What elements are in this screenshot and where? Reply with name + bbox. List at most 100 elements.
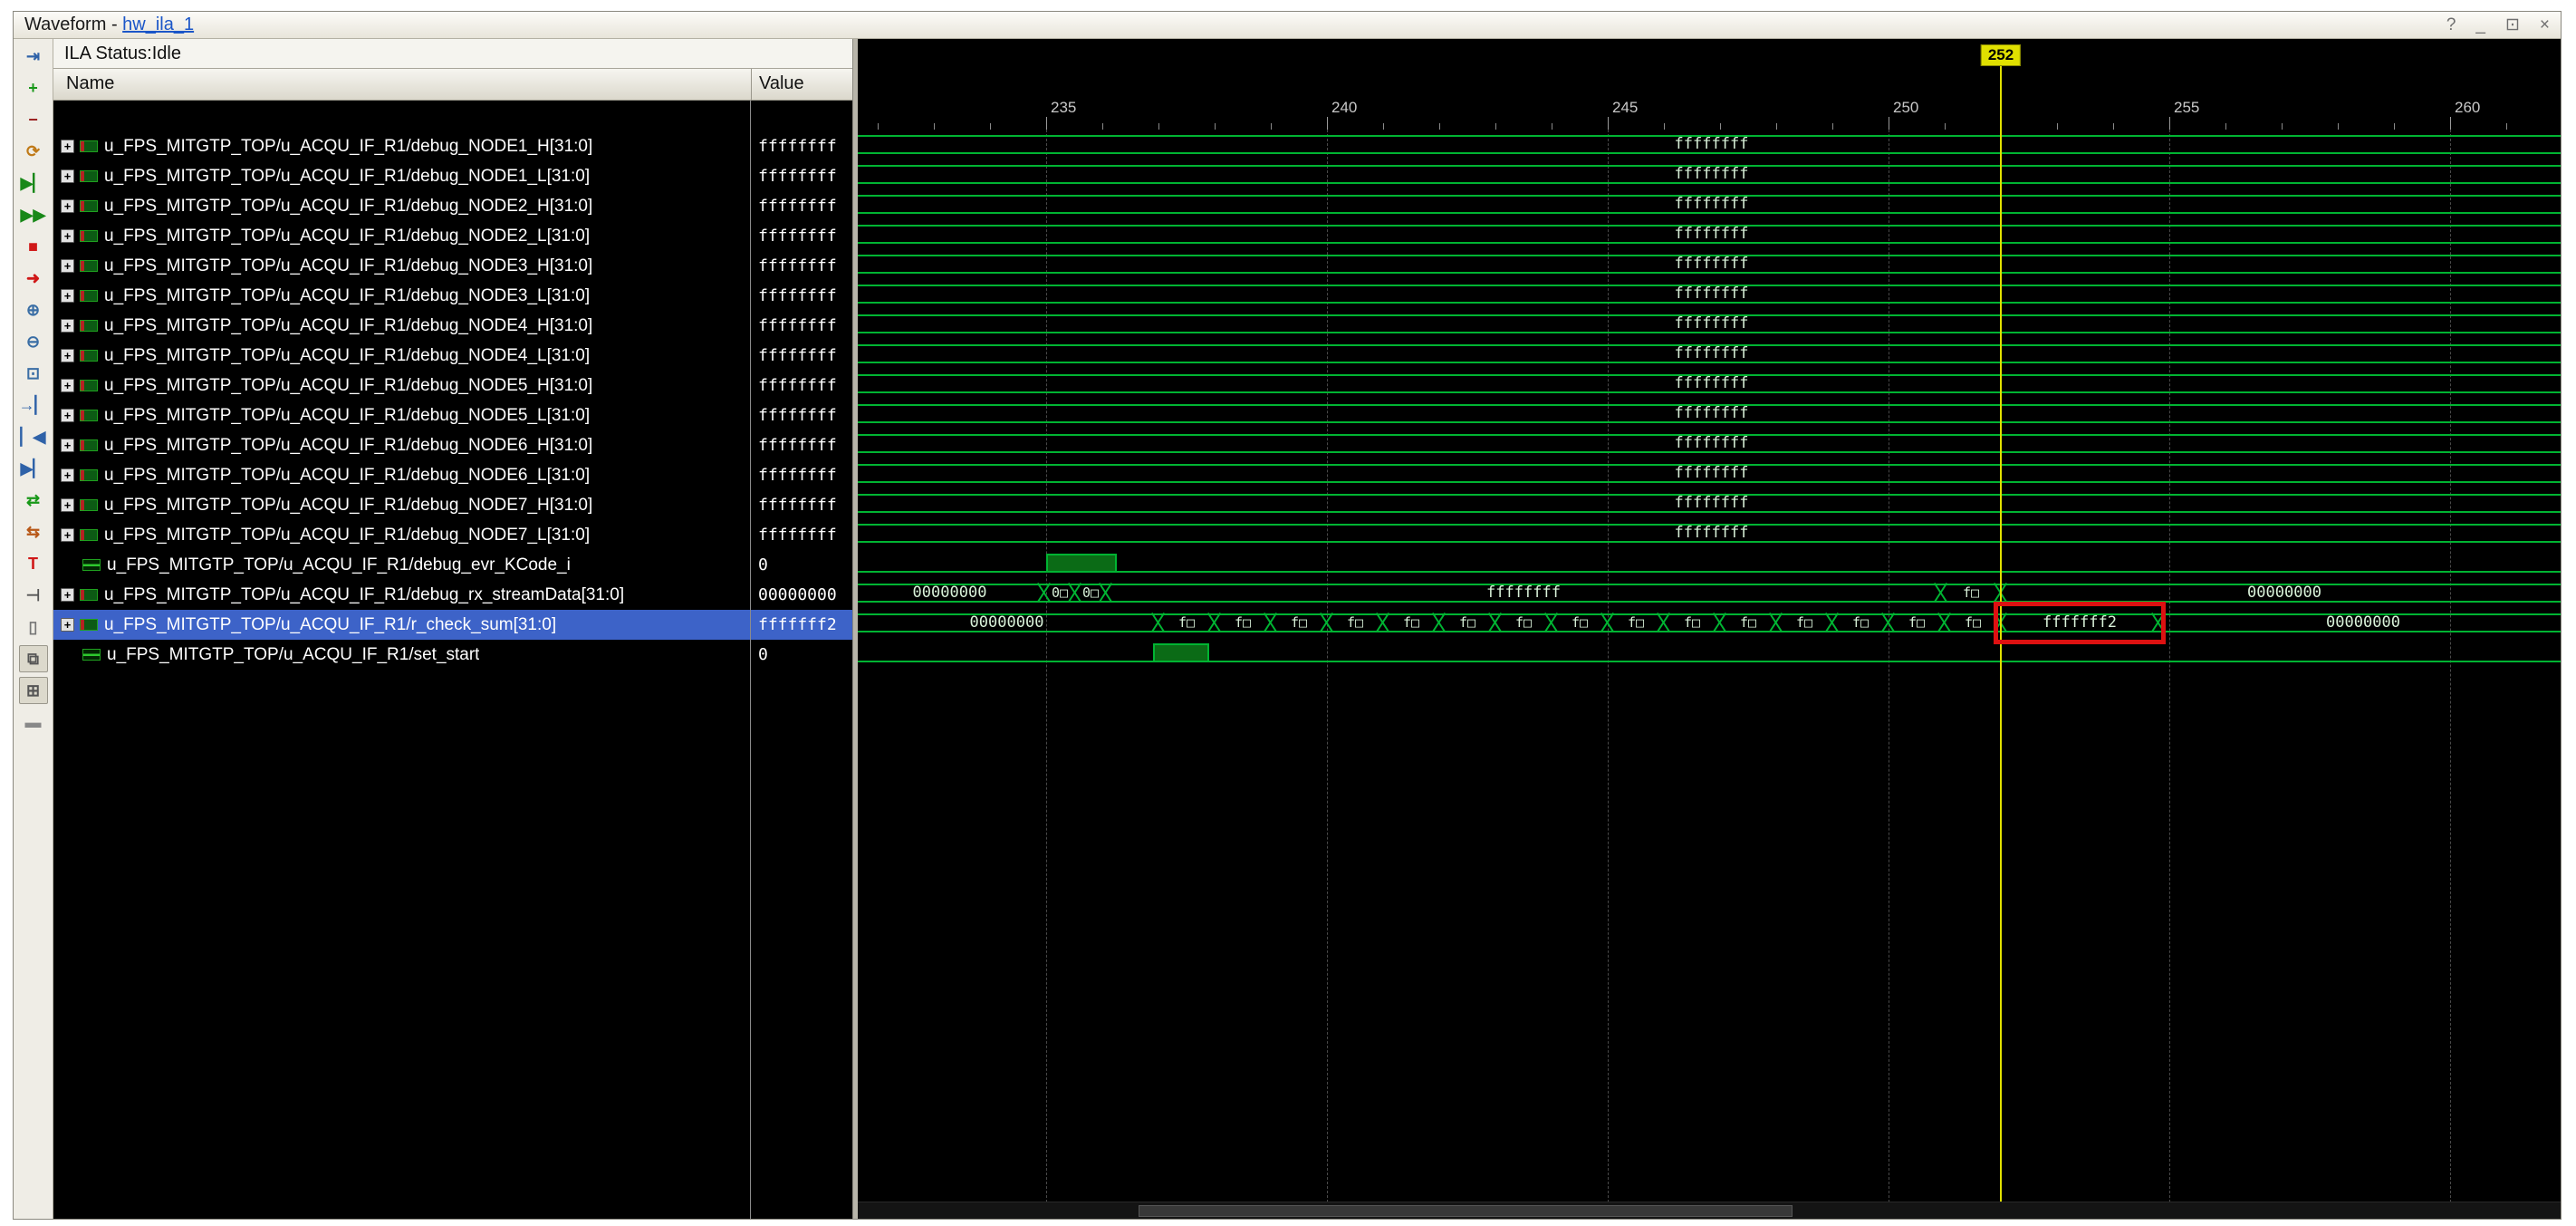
link-cursors-button[interactable]: ⇆	[19, 518, 48, 545]
expand-toggle[interactable]: +	[61, 259, 74, 273]
snap-to-transition-button[interactable]: ▯	[19, 613, 48, 641]
stop-trigger-button[interactable]: ■	[19, 233, 48, 260]
name-column-header: Name	[53, 69, 751, 100]
expand-toggle[interactable]: +	[61, 140, 74, 153]
help-button[interactable]: ?	[2446, 12, 2456, 39]
maximize-pane-button[interactable]: ⊞	[19, 677, 48, 704]
horizontal-scrollbar[interactable]	[858, 1202, 2561, 1219]
close-button[interactable]: ×	[2540, 12, 2550, 39]
expand-toggle[interactable]: +	[61, 229, 74, 243]
signal-name: +u_FPS_MITGTP_TOP/u_ACQU_IF_R1/debug_NOD…	[53, 406, 751, 426]
expand-toggle[interactable]: +	[61, 199, 74, 213]
expand-toggle[interactable]: +	[61, 289, 74, 303]
swap-cursors-button[interactable]: ⇄	[19, 487, 48, 514]
expand-toggle[interactable]: +	[61, 468, 74, 482]
scrollbar-thumb[interactable]	[1139, 1205, 1793, 1217]
window-title: Waveform - hw_ila_1	[24, 14, 194, 35]
signal-row[interactable]: +u_FPS_MITGTP_TOP/u_ACQU_IF_R1/debug_NOD…	[53, 311, 852, 341]
add-marker-button[interactable]: ⊣	[19, 582, 48, 609]
bus-segment: f□	[1495, 613, 1552, 632]
hw-ila-link[interactable]: hw_ila_1	[122, 14, 194, 34]
signal-name-text: u_FPS_MITGTP_TOP/u_ACQU_IF_R1/debug_NODE…	[104, 436, 592, 456]
waveform-window: Waveform - hw_ila_1 ? _ ⊡ × ⇥ + − ⟳ ▶▏ ▶▶ ■ ➜ ⊕ ⊖…	[13, 11, 2562, 1220]
bus-signal-icon	[80, 170, 98, 182]
ruler-minor-tick	[1158, 123, 1159, 130]
goto-end-button[interactable]: ▶▏	[19, 455, 48, 482]
goto-trigger-button[interactable]: ➜	[19, 265, 48, 292]
signal-row[interactable]: +u_FPS_MITGTP_TOP/u_ACQU_IF_R1/debug_rx_…	[53, 580, 852, 610]
bus-value-label: f□	[1347, 615, 1363, 631]
signal-name-text: u_FPS_MITGTP_TOP/u_ACQU_IF_R1/debug_NODE…	[104, 466, 590, 486]
expand-toggle[interactable]: +	[61, 169, 74, 183]
bus-segment: ffffffff	[858, 464, 2561, 483]
bus-value-label: 00000000	[970, 615, 1044, 631]
signal-name-text: u_FPS_MITGTP_TOP/u_ACQU_IF_R1/debug_NODE…	[104, 167, 590, 187]
zoom-fit-button[interactable]: ⊡	[19, 360, 48, 387]
run-trigger-icon: ⟳	[26, 142, 40, 161]
restore-button[interactable]: ⊡	[2505, 12, 2520, 39]
goto-cursor-button[interactable]: →▏	[19, 391, 48, 419]
run-trigger-immediate-button[interactable]: ▶▏	[19, 169, 48, 197]
bus-value-label: f□	[1740, 615, 1756, 631]
signal-row[interactable]: +u_FPS_MITGTP_TOP/u_ACQU_IF_R1/debug_NOD…	[53, 371, 852, 401]
expand-toggle[interactable]: +	[61, 528, 74, 542]
signal-name: +u_FPS_MITGTP_TOP/u_ACQU_IF_R1/debug_NOD…	[53, 316, 751, 336]
signal-row[interactable]: +u_FPS_MITGTP_TOP/u_ACQU_IF_R1/debug_NOD…	[53, 191, 852, 221]
signal-row[interactable]: +u_FPS_MITGTP_TOP/u_ACQU_IF_R1/debug_NOD…	[53, 520, 852, 550]
signal-row[interactable]: u_FPS_MITGTP_TOP/u_ACQU_IF_R1/set_start0	[53, 640, 852, 670]
signal-row[interactable]: u_FPS_MITGTP_TOP/u_ACQU_IF_R1/debug_evr_…	[53, 550, 852, 580]
expand-toggle[interactable]: +	[61, 618, 74, 632]
waveform-canvas[interactable]: 235240245250255260ffffffffffffffffffffff…	[858, 39, 2561, 1219]
trigger-marker-button[interactable]: T	[19, 550, 48, 577]
expand-toggle[interactable]: +	[61, 349, 74, 362]
add-probe-button[interactable]: +	[19, 74, 48, 101]
run-all-icon: ▶▶	[21, 206, 46, 225]
signal-row[interactable]: +u_FPS_MITGTP_TOP/u_ACQU_IF_R1/debug_NOD…	[53, 281, 852, 311]
signal-row[interactable]: +u_FPS_MITGTP_TOP/u_ACQU_IF_R1/debug_NOD…	[53, 251, 852, 281]
expand-toggle[interactable]: +	[61, 498, 74, 512]
bus-value-label: f□	[1796, 615, 1812, 631]
run-trigger-setup-button[interactable]: ⇥	[19, 43, 48, 70]
float-window-button[interactable]: ⧉	[19, 645, 48, 672]
expand-toggle[interactable]: +	[61, 379, 74, 392]
run-trigger-button[interactable]: ⟳	[19, 138, 48, 165]
minimize-button[interactable]: _	[2475, 12, 2485, 39]
bus-value-label: f□	[1908, 615, 1925, 631]
zoom-out-button[interactable]: ⊖	[19, 328, 48, 355]
signal-row[interactable]: +u_FPS_MITGTP_TOP/u_ACQU_IF_R1/debug_NOD…	[53, 341, 852, 371]
bus-value-label: f□	[1572, 615, 1588, 631]
signal-row[interactable]: +u_FPS_MITGTP_TOP/u_ACQU_IF_R1/r_check_s…	[53, 610, 852, 640]
signal-row[interactable]: +u_FPS_MITGTP_TOP/u_ACQU_IF_R1/debug_NOD…	[53, 401, 852, 430]
bus-signal-icon	[80, 200, 98, 212]
signal-name: +u_FPS_MITGTP_TOP/u_ACQU_IF_R1/debug_NOD…	[53, 526, 751, 545]
bus-value-label: ffffffff	[1675, 436, 1749, 451]
signal-row[interactable]: +u_FPS_MITGTP_TOP/u_ACQU_IF_R1/debug_NOD…	[53, 490, 852, 520]
goto-start-button[interactable]: ▏◀	[19, 423, 48, 450]
remove-probe-icon: −	[28, 111, 38, 130]
ruler-label: 250	[1893, 99, 1918, 117]
bus-value-label: ffffffff	[1675, 167, 1749, 182]
bus-segment: ffffffff	[858, 404, 2561, 423]
name-value-divider[interactable]	[750, 101, 751, 1219]
signal-name: +u_FPS_MITGTP_TOP/u_ACQU_IF_R1/debug_NOD…	[53, 227, 751, 246]
remove-probe-button[interactable]: −	[19, 106, 48, 133]
cursor-time-label[interactable]: 252	[1981, 44, 2021, 66]
expand-toggle[interactable]: +	[61, 439, 74, 452]
expand-toggle[interactable]: +	[61, 409, 74, 422]
signal-value: ffffffff	[751, 401, 852, 430]
signal-row[interactable]: +u_FPS_MITGTP_TOP/u_ACQU_IF_R1/debug_NOD…	[53, 131, 852, 161]
signal-row[interactable]: + u_FPS_MITGTP_TOP/u_ACQU_IF_R1/debug_NOD…	[53, 460, 852, 490]
overflow-menu-button[interactable]: ▬	[19, 709, 48, 736]
signal-row[interactable]: + u_FPS_MITGTP_TOP/u_ACQU_IF_R1/debug_NOD…	[53, 161, 852, 191]
run-all-button[interactable]: ▶▶	[19, 201, 48, 228]
signal-name: + u_FPS_MITGTP_TOP/u_ACQU_IF_R1/debug_NOD…	[53, 167, 751, 187]
stop-trigger-icon: ■	[28, 237, 38, 256]
zoom-in-button[interactable]: ⊕	[19, 296, 48, 323]
signal-row[interactable]: +u_FPS_MITGTP_TOP/u_ACQU_IF_R1/debug_NOD…	[53, 221, 852, 251]
expand-toggle[interactable]: +	[61, 588, 74, 602]
ruler-minor-tick	[2057, 123, 2058, 130]
signal-tree[interactable]: + u_FPS_MITGTP_TOP/u_ACQU_IF_R1/debug_NOD…	[53, 101, 852, 1219]
bus-signal-icon	[80, 290, 98, 302]
expand-toggle[interactable]: +	[61, 319, 74, 333]
signal-row[interactable]: + u_FPS_MITGTP_TOP/u_ACQU_IF_R1/debug_NOD…	[53, 430, 852, 460]
